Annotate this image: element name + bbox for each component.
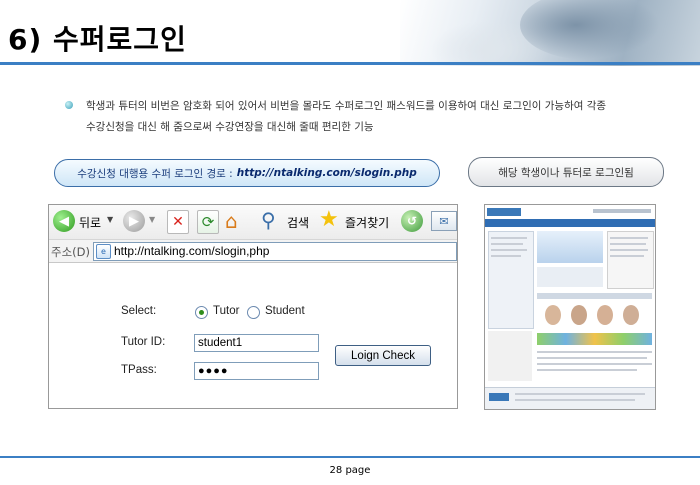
home-icon[interactable]: ⌂ [225, 209, 238, 233]
route-url: http://ntalking.com/slogin.php [236, 167, 417, 179]
route-callout: 수강신청 대행용 수퍼 로그인 경로 : http://ntalking.com… [54, 159, 440, 187]
stop-icon[interactable]: ✕ [167, 210, 189, 234]
login-note-callout: 해당 학생이나 튜터로 로그인됨 [468, 157, 664, 187]
tutor-id-label: Tutor ID: [121, 336, 166, 348]
mail-icon[interactable]: ✉ [431, 211, 457, 231]
page-number: 28 page [329, 465, 371, 476]
site-thumb-strip [537, 333, 652, 345]
page-icon: e [96, 244, 111, 259]
website-thumbnail [484, 204, 656, 410]
address-input[interactable]: e http://ntalking.com/slogin,php [93, 242, 457, 261]
address-label: 주소(D) [51, 245, 90, 259]
student-radio-label[interactable]: Student [265, 305, 305, 317]
tutor-radio[interactable] [195, 306, 208, 319]
footer-divider [0, 456, 700, 458]
route-label: 수강신청 대행용 수퍼 로그인 경로 : [77, 167, 233, 180]
site-right-panel [607, 231, 654, 289]
search-label[interactable]: 검색 [287, 214, 309, 231]
header-photo [400, 0, 700, 66]
address-url[interactable]: http://ntalking.com/slogin,php [114, 244, 269, 258]
tutor-photo-2 [571, 305, 587, 325]
tutor-photo-1 [545, 305, 561, 325]
tutor-radio-label[interactable]: Tutor [213, 305, 239, 317]
tpass-input[interactable]: ●●●● [194, 362, 319, 380]
site-left-panel [488, 231, 534, 329]
bullet-icon [65, 101, 73, 109]
address-bar: 주소(D) e http://ntalking.com/slogin,php [49, 240, 457, 263]
tutor-photo-4 [623, 305, 639, 325]
forward-icon[interactable]: ▶ [123, 210, 145, 232]
browser-toolbar: ◀ 뒤로 ▼ ▶ ▼ ✕ ⟳ ⌂ ⚲ 검색 ★ 즐겨찾기 ↺ ✉ [49, 205, 457, 240]
description-line-2: 수강신청을 대신 해 줌으로써 수강연장을 대신해 줄때 편리한 기능 [86, 121, 374, 133]
login-check-button[interactable]: Loign Check [335, 345, 431, 366]
forward-dropdown-icon[interactable]: ▼ [149, 215, 155, 224]
refresh-icon[interactable]: ⟳ [197, 210, 219, 234]
browser-screenshot: ◀ 뒤로 ▼ ▶ ▼ ✕ ⟳ ⌂ ⚲ 검색 ★ 즐겨찾기 ↺ ✉ 주소(D) e… [48, 204, 458, 409]
select-label: Select: [121, 305, 157, 317]
back-label[interactable]: 뒤로 [79, 214, 101, 231]
history-icon[interactable]: ↺ [401, 210, 423, 232]
page-title: 6) 수퍼로그인 [8, 23, 187, 56]
description-line-1: 학생과 튜터의 비번은 암호화 되어 있어서 비번을 몰라도 수퍼로그인 패스워… [86, 100, 607, 112]
site-top-links [593, 209, 651, 213]
tutor-id-input[interactable]: student1 [194, 334, 319, 352]
tutor-photo-3 [597, 305, 613, 325]
title-divider [0, 62, 700, 65]
tpass-label: TPass: [121, 364, 157, 376]
student-radio[interactable] [247, 306, 260, 319]
back-icon[interactable]: ◀ [53, 210, 75, 232]
site-nav-bar [485, 219, 655, 227]
search-icon[interactable]: ⚲ [261, 208, 276, 232]
site-logo [487, 208, 521, 216]
favorites-star-icon[interactable]: ★ [319, 207, 339, 232]
favorites-label[interactable]: 즐겨찾기 [345, 214, 389, 231]
site-banner [537, 231, 603, 263]
back-dropdown-icon[interactable]: ▼ [107, 215, 113, 224]
